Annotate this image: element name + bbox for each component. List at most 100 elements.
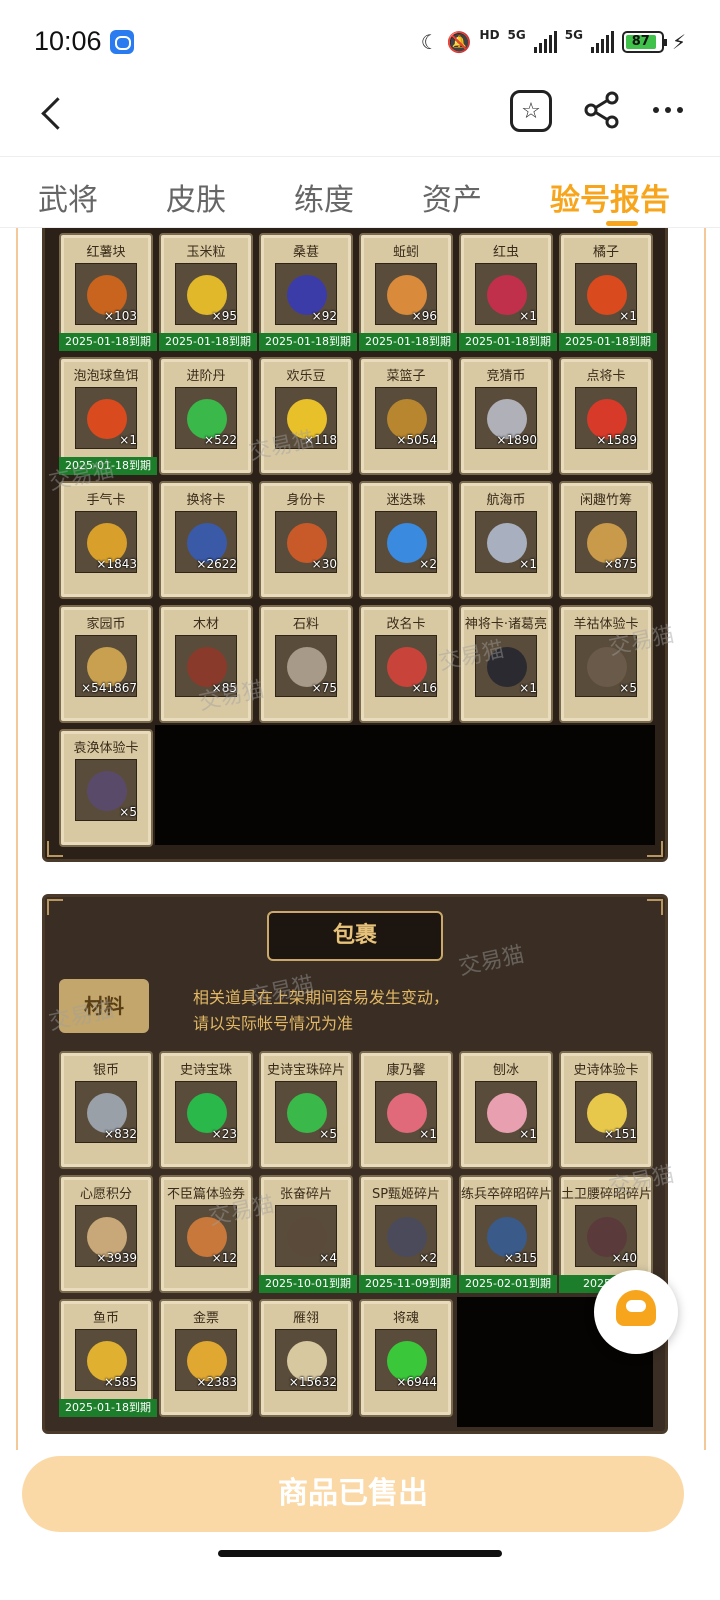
item-slot[interactable]: 史诗体验卡 ×151 [559, 1051, 653, 1169]
item-slot[interactable]: 羊祜体验卡 ×5 [559, 605, 653, 723]
item-slot[interactable]: 欢乐豆 ×118 [259, 357, 353, 475]
item-slot[interactable]: 玉米粒 ×95 2025-01-18到期 [159, 233, 257, 351]
item-quantity: ×522 [204, 433, 237, 447]
item-expiry: 2025-01-18到期 [159, 333, 257, 351]
back-button[interactable] [36, 94, 76, 134]
item-slot[interactable]: 点将卡 ×1589 [559, 357, 653, 475]
item-slot[interactable]: 身份卡 ×30 [259, 481, 353, 599]
item-name: 鱼币 [92, 1311, 119, 1326]
item-slot[interactable]: 心愿积分 ×3939 [59, 1175, 153, 1293]
tab-generals[interactable]: 武将 [38, 175, 98, 219]
item-slot[interactable]: 雁翎 ×15632 [259, 1299, 353, 1417]
item-slot[interactable]: 竞猜币 ×1890 [459, 357, 553, 475]
notice-line-1: 相关道具在上架期间容易发生变动， [193, 988, 450, 1007]
item-slot[interactable]: 航海币 ×1 [459, 481, 553, 599]
item-name: 桑葚 [292, 245, 319, 260]
item-expiry: 2025-01-18到期 [59, 333, 157, 351]
item-quantity: ×3939 [96, 1251, 137, 1265]
item-name: 不臣篇体验券 [166, 1187, 245, 1202]
item-slot[interactable]: 桑葚 ×92 2025-01-18到期 [259, 233, 357, 351]
item-slot[interactable]: 红虫 ×1 2025-01-18到期 [459, 233, 557, 351]
item-expiry: 2025-01-18到期 [359, 333, 457, 351]
item-slot[interactable]: 改名卡 ×16 [359, 605, 453, 723]
item-expiry: 2025-01-18到期 [59, 1399, 157, 1417]
item-slot[interactable]: 袁涣体验卡 ×5 [59, 729, 153, 847]
item-slot[interactable]: 金票 ×2383 [159, 1299, 253, 1417]
item-quantity: ×2 [419, 557, 437, 571]
favorite-star-icon[interactable]: ☆ [510, 90, 552, 132]
tab-training[interactable]: 练度 [294, 175, 354, 219]
item-quantity: ×541867 [81, 681, 137, 695]
item-quantity: ×1 [419, 1127, 437, 1141]
item-expiry: 2025-01-18到期 [259, 333, 357, 351]
item-quantity: ×12 [211, 1251, 237, 1265]
item-name: SP甄姬碎片 [371, 1187, 441, 1202]
tab-inspection-report[interactable]: 验号报告 [550, 175, 670, 219]
item-slot[interactable]: SP甄姬碎片 ×2 2025-11-09到期 [359, 1175, 457, 1293]
item-slot[interactable]: 神将卡·诸葛亮 ×1 [459, 605, 553, 723]
item-slot[interactable]: 将魂 ×6944 [359, 1299, 453, 1417]
share-icon[interactable] [582, 90, 622, 130]
status-bar: 10:06 ☾ 🔕 HD 5G 5G 87 ⚡ [0, 0, 720, 80]
item-slot[interactable]: 菜篮子 ×5054 [359, 357, 453, 475]
item-quantity: ×30 [311, 557, 337, 571]
item-quantity: ×15632 [288, 1375, 337, 1389]
item-expiry: 2025-11-09到期 [359, 1275, 457, 1293]
item-quantity: ×85 [211, 681, 237, 695]
item-name: 欢乐豆 [286, 369, 326, 384]
item-quantity: ×315 [504, 1251, 537, 1265]
tab-assets[interactable]: 资产 [422, 175, 482, 219]
item-name: 身份卡 [286, 493, 326, 508]
item-slot[interactable]: 进阶丹 ×522 [159, 357, 253, 475]
item-name: 康乃馨 [386, 1063, 426, 1078]
item-slot[interactable]: 不臣篇体验券 ×12 [159, 1175, 253, 1293]
item-slot[interactable]: 蚯蚓 ×96 2025-01-18到期 [359, 233, 457, 351]
item-quantity: ×1843 [96, 557, 137, 571]
item-name: 银币 [92, 1063, 119, 1078]
item-slot[interactable]: 换将卡 ×2622 [159, 481, 253, 599]
item-expiry: 2025-01-18到期 [459, 333, 557, 351]
item-slot[interactable]: 石料 ×75 [259, 605, 353, 723]
tab-bar: 武将 皮肤 练度 资产 验号报告 [0, 156, 720, 228]
item-slot[interactable]: 家园币 ×541867 [59, 605, 153, 723]
battery-icon: 87 [621, 31, 667, 53]
empty-slot-area [155, 725, 655, 845]
package-panel: 包裹 材料 相关道具在上架期间容易发生变动， 请以实际帐号情况为准 银币 ×832… [42, 894, 668, 1434]
item-slot[interactable]: 练兵卒碎昭碎片 ×315 2025-02-01到期 [459, 1175, 557, 1293]
item-slot[interactable]: 木材 ×85 [159, 605, 253, 723]
item-slot[interactable]: 泡泡球鱼饵 ×1 2025-01-18到期 [59, 357, 157, 475]
customer-service-button[interactable] [594, 1270, 678, 1354]
item-quantity: ×585 [104, 1375, 137, 1389]
item-name: 心愿积分 [79, 1187, 132, 1202]
item-name: 换将卡 [186, 493, 226, 508]
item-slot[interactable]: 迷迭珠 ×2 [359, 481, 453, 599]
more-icon[interactable] [648, 90, 688, 130]
item-quantity: ×40 [611, 1251, 637, 1265]
network-label-2: 5G [564, 28, 583, 42]
item-slot[interactable]: 红薯块 ×103 2025-01-18到期 [59, 233, 157, 351]
item-quantity: ×1 [619, 309, 637, 323]
item-name: 红薯块 [86, 245, 126, 260]
item-name: 练兵卒碎昭碎片 [461, 1187, 551, 1202]
item-quantity: ×1 [519, 557, 537, 571]
item-slot[interactable]: 手气卡 ×1843 [59, 481, 153, 599]
item-quantity: ×2622 [196, 557, 237, 571]
item-slot[interactable]: 史诗宝珠碎片 ×5 [259, 1051, 353, 1169]
material-tab[interactable]: 材料 [59, 979, 149, 1033]
item-quantity: ×1 [519, 309, 537, 323]
item-slot[interactable]: 康乃馨 ×1 [359, 1051, 453, 1169]
item-name: 改名卡 [386, 617, 426, 632]
tab-skins[interactable]: 皮肤 [166, 175, 226, 219]
home-indicator[interactable] [218, 1550, 502, 1557]
item-slot[interactable]: 张奋碎片 ×4 2025-10-01到期 [259, 1175, 357, 1293]
nav-bar: ☆ [0, 80, 720, 154]
sold-out-button[interactable]: 商品已售出 [22, 1456, 684, 1532]
item-slot[interactable]: 史诗宝珠 ×23 [159, 1051, 253, 1169]
item-name: 迷迭珠 [386, 493, 426, 508]
item-slot[interactable]: 橘子 ×1 2025-01-18到期 [559, 233, 657, 351]
item-quantity: ×1 [519, 681, 537, 695]
item-slot[interactable]: 刨冰 ×1 [459, 1051, 553, 1169]
item-slot[interactable]: 银币 ×832 [59, 1051, 153, 1169]
item-slot[interactable]: 闲趣竹筹 ×875 [559, 481, 653, 599]
item-slot[interactable]: 鱼币 ×585 2025-01-18到期 [59, 1299, 157, 1417]
